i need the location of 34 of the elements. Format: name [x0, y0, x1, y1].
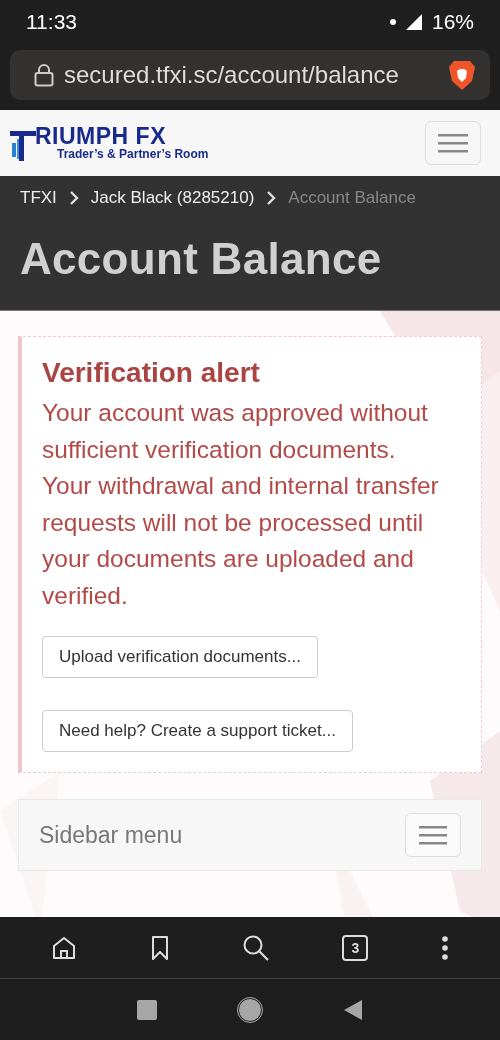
sidebar-menu-button[interactable] [405, 813, 461, 857]
logo-title: RIUMPH FX [35, 125, 167, 147]
home-circle-icon[interactable] [237, 996, 263, 1023]
alert-message: Your withdrawal and internal transfer requests will not be processed until your documents are uploaded and verified. [42, 471, 440, 611]
recents-icon[interactable] [137, 999, 157, 1020]
menu-icon [419, 825, 447, 845]
support-ticket-button[interactable]: Need help? Create a support ticket... [42, 710, 353, 752]
menu-button[interactable] [425, 121, 481, 165]
clock-time: 11:33 [26, 10, 77, 34]
battery-percentage: 16% [431, 10, 474, 34]
chevron-right-icon [68, 191, 79, 205]
back-icon[interactable] [343, 998, 363, 1021]
logo-subtitle: Trader’s & Partner’s Room [57, 147, 209, 161]
lock-icon [34, 63, 54, 87]
home-icon[interactable] [51, 934, 78, 961]
tab-count-button[interactable]: 3 [342, 934, 369, 961]
search-icon[interactable] [241, 933, 270, 962]
more-icon[interactable] [440, 934, 449, 961]
address-bar[interactable]: secured.tfxi.sc/account/balance [10, 50, 490, 100]
page-title: Account Balance [20, 234, 383, 284]
notification-dot-icon [389, 19, 396, 25]
signal-icon [405, 14, 422, 30]
alert-title: Verification alert [42, 357, 261, 389]
lion-shield-icon[interactable] [448, 59, 476, 91]
sidebar-title: Sidebar menu [39, 821, 183, 849]
breadcrumb-link[interactable]: Jack Black (8285210) [90, 188, 255, 208]
alert-message: Your account was approved without sufficient verification documents. [42, 398, 429, 465]
chevron-right-icon [266, 191, 277, 205]
breadcrumb-current: Account Balance [288, 188, 416, 208]
upload-button[interactable]: Upload verification documents... [42, 636, 318, 678]
bookmark-icon[interactable] [149, 934, 170, 961]
menu-icon [438, 133, 468, 153]
url-text: secured.tfxi.sc/account/balance [64, 61, 400, 89]
breadcrumb-link[interactable]: TFXI [20, 188, 57, 208]
